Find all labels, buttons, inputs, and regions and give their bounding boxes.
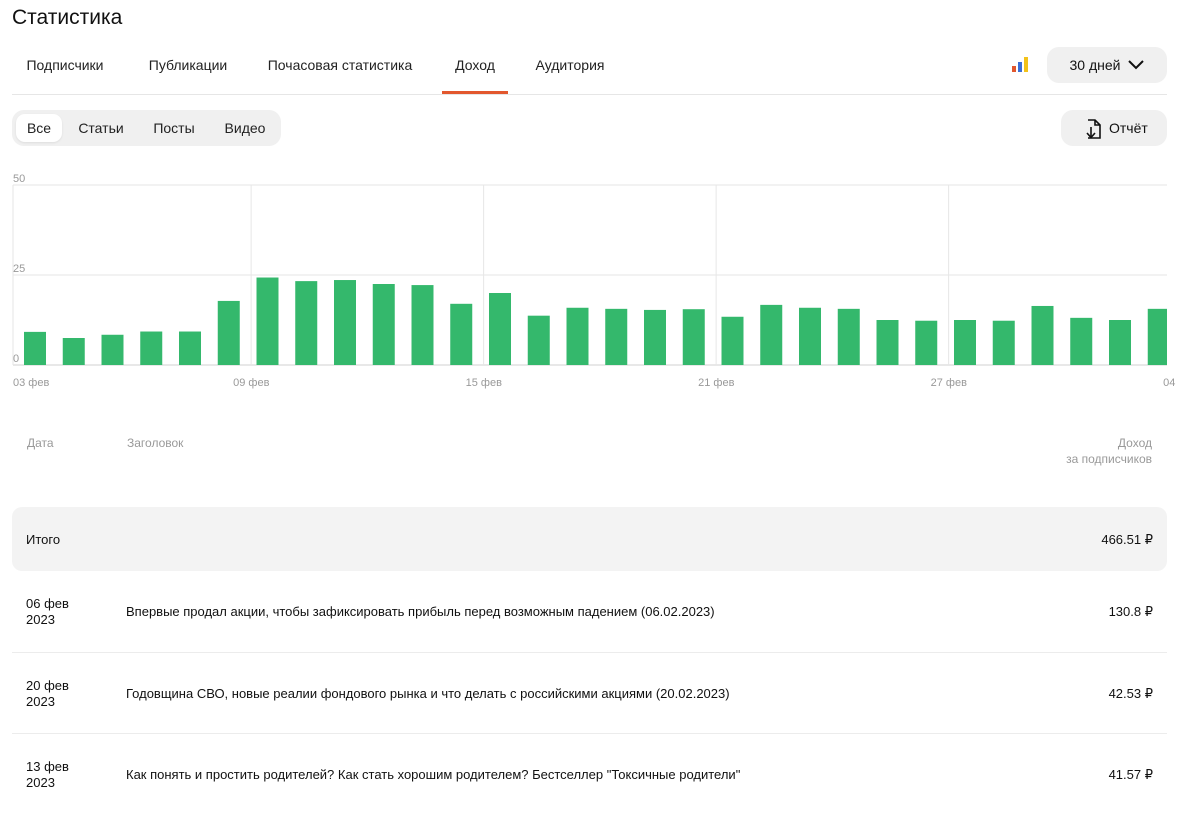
y-tick-label: 25 [13,263,25,275]
bar-17 фев [566,307,589,365]
bar-21 фев [721,316,744,365]
row-date-year: 2023 [26,775,55,790]
bar-02 мар [1070,317,1093,365]
bar-19 фев [644,309,666,365]
main-tabs: Подписчики Публикации Почасовая статисти… [12,46,1167,95]
bar-22 фев [760,304,783,365]
bar-25 фев [876,320,899,365]
income-bar-chart: 0 25 50 03 фев 09 фев 15 фев 21 фев 27 фев 04 м [12,173,1177,389]
filter-articles[interactable]: Статьи [68,114,134,142]
chevron-down-icon [1128,60,1145,70]
x-tick-label: 27 фев [931,377,967,389]
tab-income[interactable]: Доход [442,46,508,94]
column-header-income-line2: за подписчиков [1066,452,1152,466]
bar-04 мар [1147,308,1167,365]
y-tick-label: 50 [13,173,25,185]
bar-16 фев [527,315,550,365]
row-date-day: 13 фев [26,759,69,774]
column-header-date: Дата [27,436,54,450]
tab-hourly-stats[interactable]: Почасовая статистика [260,46,420,92]
row-date-year: 2023 [26,694,55,709]
table-row[interactable]: 13 фев 2023 Как понять и простить родите… [12,733,1167,814]
table-row[interactable]: 20 фев 2023 Годовщина СВО, новые реалии … [12,652,1167,733]
bar-08 фев [217,300,240,365]
bar-20 фев [682,309,705,365]
tab-audience[interactable]: Аудитория [528,46,612,92]
bar-18 фев [605,308,628,365]
bar-chart-icon[interactable] [1011,55,1029,73]
row-title[interactable]: Годовщина СВО, новые реалии фондового ры… [126,686,730,701]
row-date: 13 фев 2023 [26,759,69,791]
bar-04 фев [62,338,85,365]
total-row: Итого 466.51 ₽ [12,507,1167,571]
bar-27 фев [954,320,976,365]
bar-01 мар [1031,305,1054,365]
x-tick-label: 09 фев [233,377,269,389]
bar-15 фев [489,293,511,365]
total-label: Итого [26,532,61,547]
x-tick-label: 15 фев [466,377,502,389]
bar-10 фев [295,281,318,365]
total-value: 466.51 ₽ [1101,532,1153,547]
column-header-income[interactable]: Доход за подписчиков [1066,436,1152,466]
content-type-filter: Все Статьи Посты Видео [12,110,281,146]
bar-23 фев [799,307,821,365]
bar-26 фев [915,320,938,365]
filter-video[interactable]: Видео [214,114,276,142]
tab-subscribers[interactable]: Подписчики [12,46,118,92]
column-header-title: Заголовок [127,436,184,450]
y-tick-label: 0 [13,353,19,365]
bar-05 фев [101,334,124,365]
page-title: Статистика [12,6,123,29]
row-date: 06 фев 2023 [26,596,69,628]
bar-09 фев [256,277,279,365]
report-label: Отчёт [1109,120,1148,136]
bar-28 фев [992,320,1015,365]
table-row[interactable]: 06 фев 2023 Впервые продал акции, чтобы … [12,571,1167,651]
bar-14 фев [450,303,473,365]
bar-06 фев [140,331,163,365]
period-dropdown[interactable]: 30 дней [1047,47,1167,83]
row-income: 42.53 ₽ [1108,686,1153,701]
download-file-icon [1086,119,1101,139]
column-header-income-line1: Доход [1117,436,1152,450]
row-income: 130.8 ₽ [1108,604,1153,619]
row-income: 41.57 ₽ [1108,767,1153,782]
x-tick-label: 04 м [1163,377,1177,389]
bar-03 фев [24,331,46,365]
row-date-year: 2023 [26,612,55,627]
x-tick-label: 21 фев [698,377,734,389]
bar-11 фев [334,280,356,365]
bar-03 мар [1109,320,1131,365]
row-date-day: 06 фев [26,596,69,611]
bar-13 фев [411,285,434,365]
filter-all[interactable]: Все [16,114,62,142]
row-date: 20 фев 2023 [26,678,69,710]
bar-12 фев [372,284,395,365]
tab-publications[interactable]: Публикации [136,46,240,92]
report-button[interactable]: Отчёт [1061,110,1167,146]
period-label: 30 дней [1069,57,1121,73]
bar-07 фев [179,331,201,365]
row-date-day: 20 фев [26,678,69,693]
row-title[interactable]: Впервые продал акции, чтобы зафиксироват… [126,604,715,619]
row-title[interactable]: Как понять и простить родителей? Как ста… [126,767,740,782]
x-tick-label: 03 фев [13,377,49,389]
bar-24 фев [837,308,860,365]
filter-posts[interactable]: Посты [140,114,208,142]
